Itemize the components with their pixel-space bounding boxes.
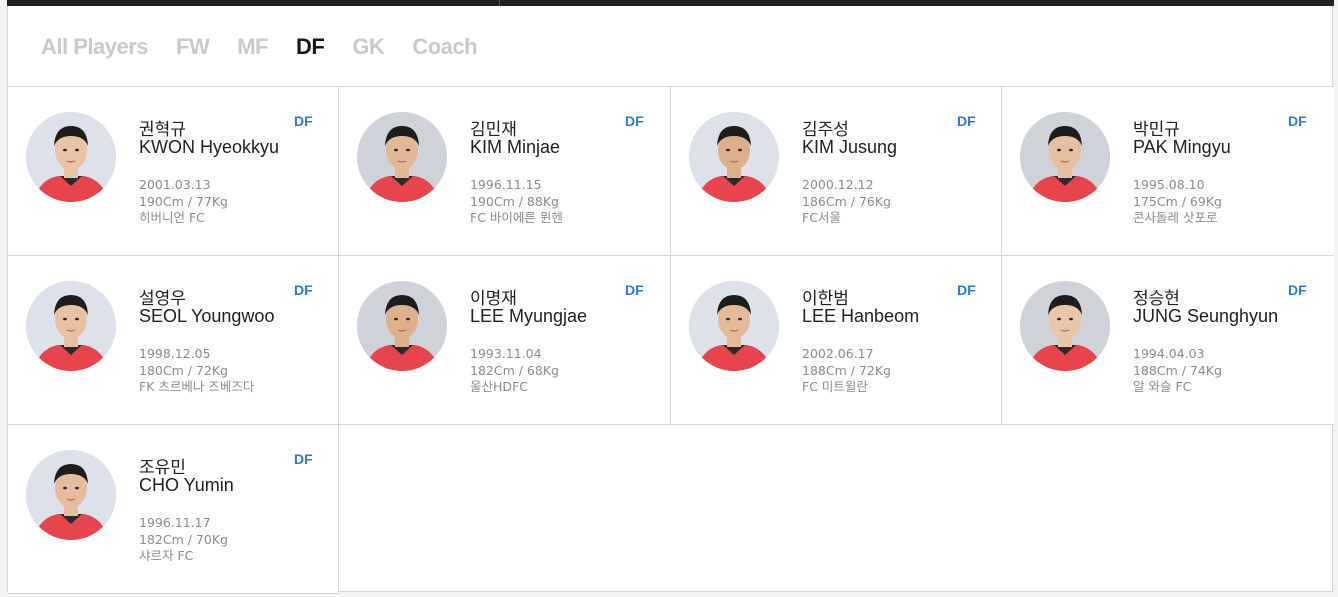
player-birthdate: 1995.08.10 [1133,177,1205,192]
player-birthdate: 1993.11.04 [470,346,542,361]
player-photo-image [26,450,116,540]
player-birthdate: 1998.12.05 [139,346,211,361]
player-position-badge: DF [957,113,976,129]
player-photo [357,112,447,202]
player-english-name: CHO Yumin [139,475,234,495]
tab-mf[interactable]: MF [237,32,268,62]
player-english-name: SEOL Youngwoo [139,306,275,326]
player-photo-image [26,112,116,202]
player-card[interactable]: 정승현 JUNG Seunghyun DF 1994.04.03 188Cm / 74K… [1002,256,1334,425]
player-birthdate: 2000.12.12 [802,177,874,192]
player-card[interactable]: 이한범 LEE Hanbeom DF 2002.06.17 188Cm / 72Kg FC… [671,256,1002,425]
player-height-weight: 180Cm / 72Kg [139,362,228,378]
tab-all-players[interactable]: All Players [41,32,149,62]
player-english-name: KWON Hyeokkyu [139,137,280,157]
player-english-name: JUNG Seunghyun [1133,306,1279,326]
player-photo-image [1020,281,1110,371]
player-photo [26,112,116,202]
player-birthdate: 1996.11.17 [139,515,211,530]
player-height-weight: 190Cm / 88Kg [470,193,559,209]
player-grid: 권혁규 KWON Hyeokkyu DF 2001.03.13 190Cm / 77Kg… [8,86,1334,594]
player-position-badge: DF [294,451,313,467]
tab-fw[interactable]: FW [176,32,210,62]
player-card[interactable]: 설영우 SEOL Youngwoo DF 1998.12.05 180Cm / 72Kg… [8,256,339,425]
player-english-name: KIM Minjae [470,137,561,157]
player-birthdate: 1994.04.03 [1133,346,1205,361]
player-height-weight: 182Cm / 68Kg [470,362,559,378]
player-photo [26,450,116,540]
player-english-name: PAK Mingyu [1133,137,1231,157]
player-birthdate: 1996.11.15 [470,177,542,192]
player-photo-image [1020,112,1110,202]
player-meta: 1995.08.10 175Cm / 69Kg 콘사돌레 삿포로 [1133,177,1222,227]
player-birthdate: 2001.03.13 [139,177,211,192]
player-photo-image [689,112,779,202]
player-english-name: KIM Jusung [802,137,898,157]
player-meta: 1994.04.03 188Cm / 74Kg 알 와슬 FC [1133,346,1222,396]
player-height-weight: 188Cm / 74Kg [1133,362,1222,378]
tab-df[interactable]: DF [296,32,325,62]
player-position-badge: DF [957,282,976,298]
player-english-name: LEE Myungjae [470,306,588,326]
player-photo-image [689,281,779,371]
player-photo [26,281,116,371]
player-meta: 2001.03.13 190Cm / 77Kg 히버니언 FC [139,177,228,227]
player-club: 울산HDFC [470,379,528,394]
player-position-badge: DF [1288,113,1307,129]
player-meta: 1996.11.15 190Cm / 88Kg FC 바이에른 뮌헨 [470,177,563,227]
player-club: FC 미트윌란 [802,379,868,394]
player-position-badge: DF [625,282,644,298]
player-club: 샤르자 FC [139,548,194,563]
player-height-weight: 186Cm / 76Kg [802,193,891,209]
player-meta: 2002.06.17 188Cm / 72Kg FC 미트윌란 [802,346,891,396]
player-club: 알 와슬 FC [1133,379,1192,394]
position-filter-tabs: All Players FW MF DF GK Coach [41,32,505,62]
player-meta: 1998.12.05 180Cm / 72Kg FK 츠르베나 즈베즈다 [139,346,254,396]
player-birthdate: 2002.06.17 [802,346,874,361]
player-meta: 1996.11.17 182Cm / 70Kg 샤르자 FC [139,515,228,565]
player-photo [1020,112,1110,202]
player-club: 콘사돌레 삿포로 [1133,210,1218,225]
player-photo-image [26,281,116,371]
player-position-badge: DF [294,282,313,298]
player-card[interactable]: 권혁규 KWON Hyeokkyu DF 2001.03.13 190Cm / 77Kg… [8,87,339,256]
player-position-badge: DF [625,113,644,129]
player-card[interactable]: 조유민 CHO Yumin DF 1996.11.17 182Cm / 70Kg 샤르자 … [8,425,339,594]
tab-gk[interactable]: GK [352,32,385,62]
player-position-badge: DF [294,113,313,129]
player-photo-image [357,281,447,371]
player-card[interactable]: 김민재 KIM Minjae DF 1996.11.15 190Cm / 88Kg FC … [339,87,671,256]
player-meta: 1993.11.04 182Cm / 68Kg 울산HDFC [470,346,559,396]
player-photo-image [357,112,447,202]
player-photo [689,281,779,371]
player-photo [357,281,447,371]
player-club: FC서울 [802,210,841,225]
player-card[interactable]: 박민규 PAK Mingyu DF 1995.08.10 175Cm / 69Kg 콘사돌… [1002,87,1334,256]
player-photo [1020,281,1110,371]
player-position-badge: DF [1288,282,1307,298]
player-photo [689,112,779,202]
player-height-weight: 188Cm / 72Kg [802,362,891,378]
player-club: FC 바이에른 뮌헨 [470,210,563,225]
player-english-name: LEE Hanbeom [802,306,920,326]
player-card[interactable]: 이명재 LEE Myungjae DF 1993.11.04 182Cm / 68Kg 울… [339,256,671,425]
player-height-weight: 182Cm / 70Kg [139,531,228,547]
player-card[interactable]: 김주성 KIM Jusung DF 2000.12.12 186Cm / 76Kg FC서… [671,87,1002,256]
squad-panel: All Players FW MF DF GK Coach 권혁규 KWON Hy… [7,6,1334,594]
player-meta: 2000.12.12 186Cm / 76Kg FC서울 [802,177,891,227]
player-height-weight: 175Cm / 69Kg [1133,193,1222,209]
player-height-weight: 190Cm / 77Kg [139,193,228,209]
player-club: 히버니언 FC [139,210,205,225]
tab-coach[interactable]: Coach [412,32,477,62]
player-club: FK 츠르베나 즈베즈다 [139,379,255,394]
